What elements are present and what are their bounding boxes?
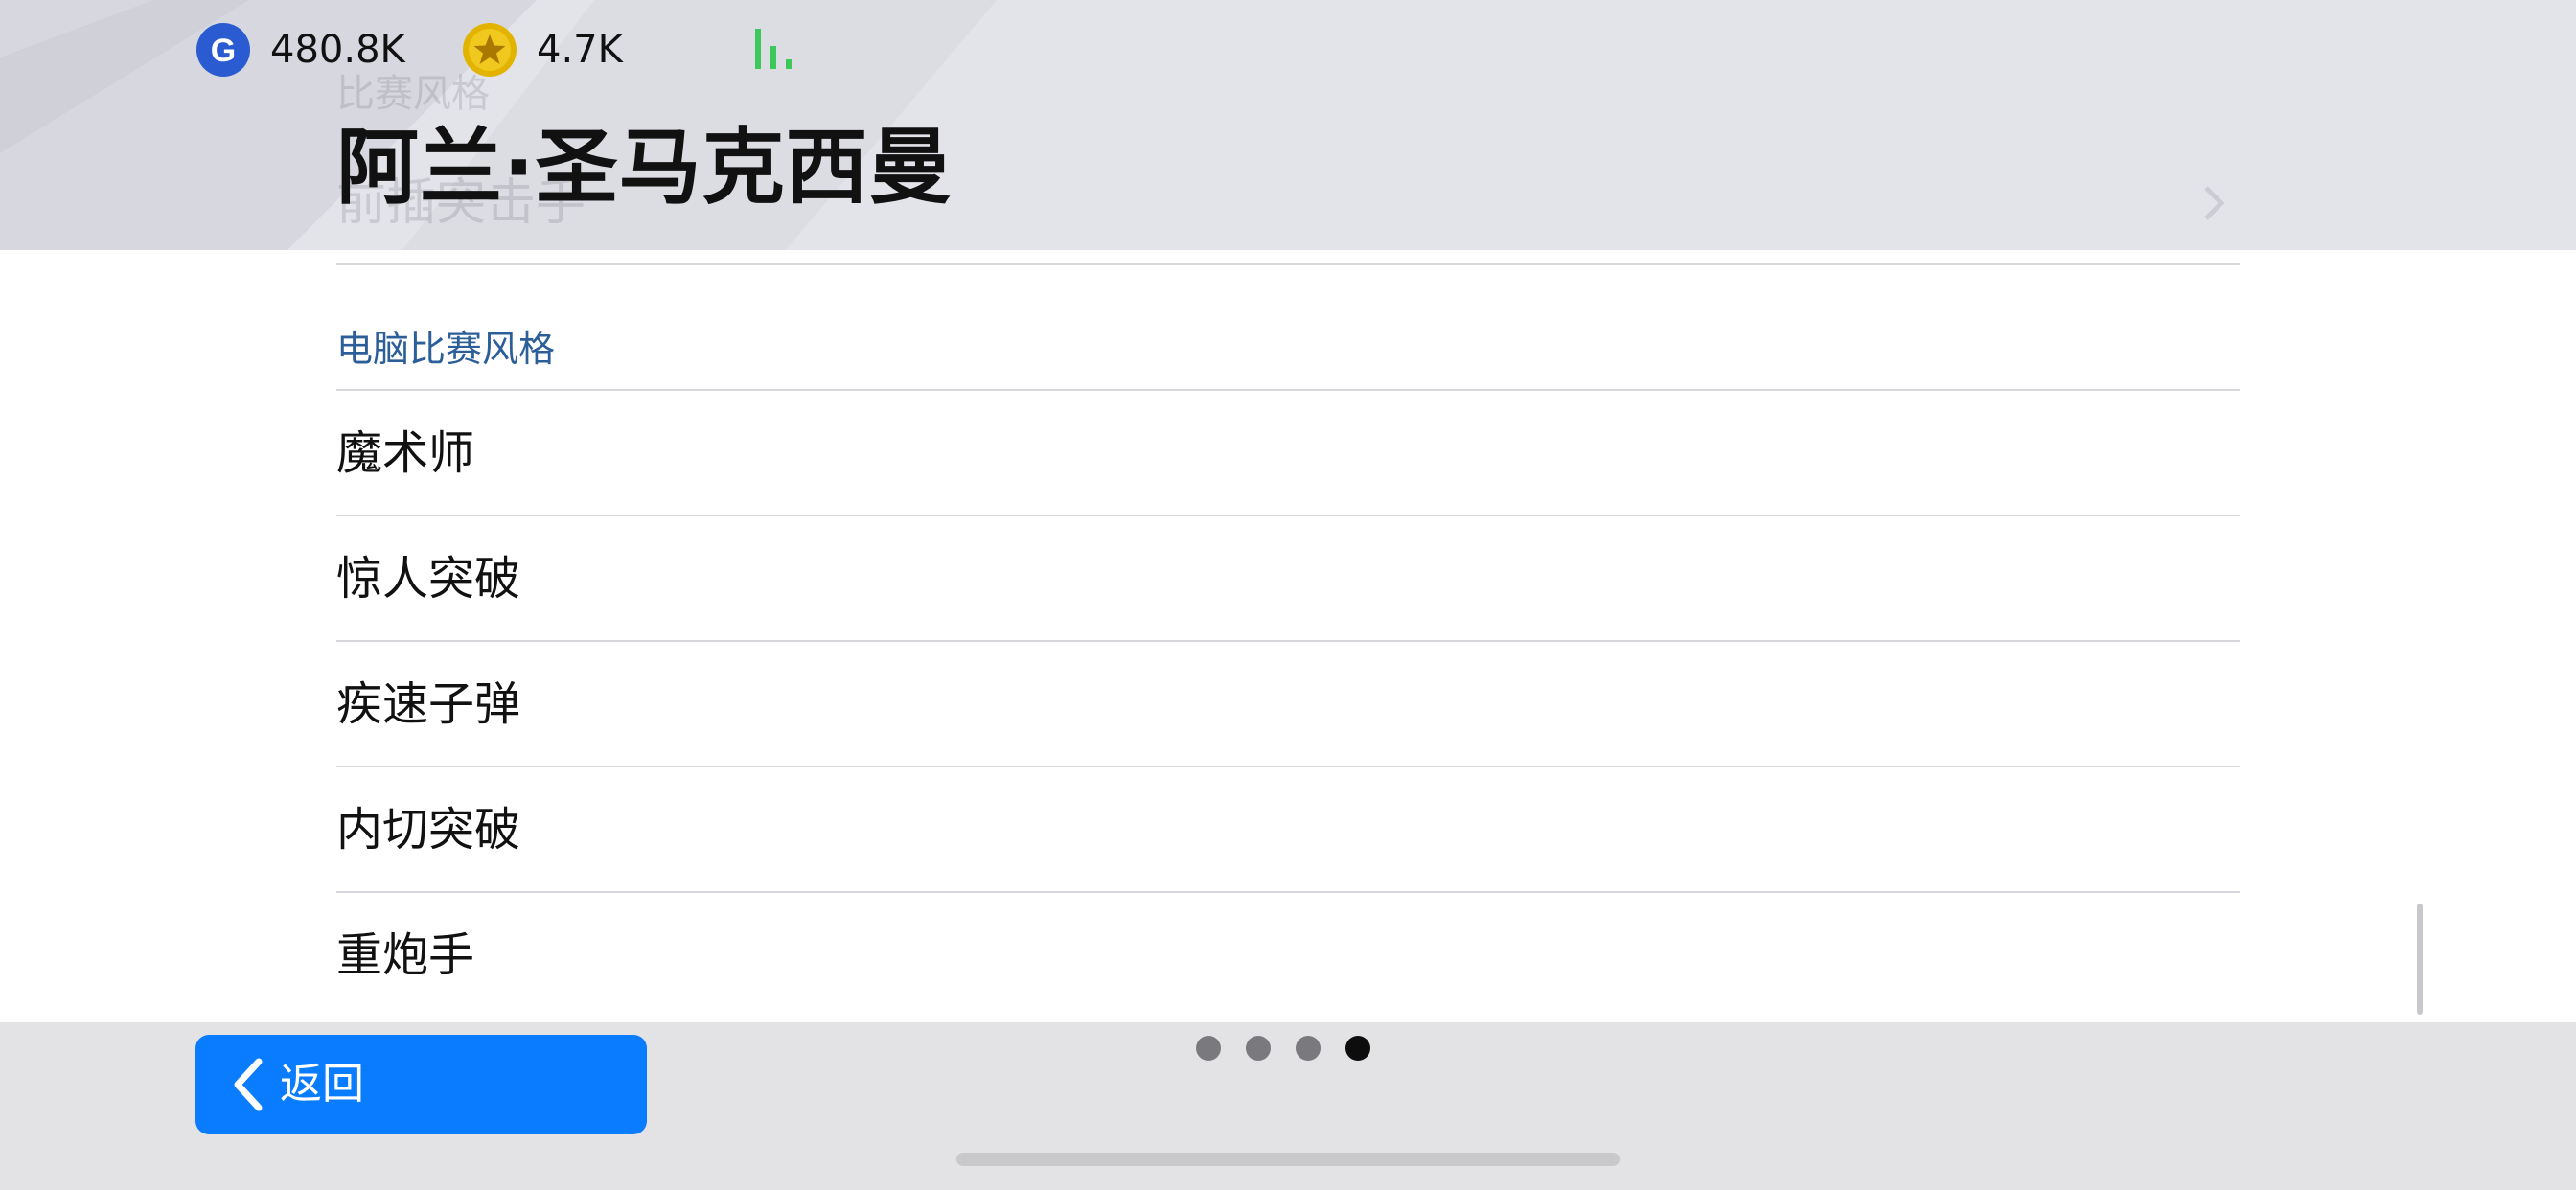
page-indicator	[1196, 1034, 1395, 1063]
list-item-style-4: 内切突破	[336, 767, 2240, 893]
gp-currency-icon: G	[196, 23, 250, 77]
home-indicator[interactable]	[956, 1153, 1620, 1166]
page-dot[interactable]	[1196, 1036, 1221, 1061]
player-name: 阿兰·圣马克西曼	[336, 120, 953, 216]
star-coin-icon	[463, 23, 517, 77]
coin-balance: 4.7K	[462, 21, 623, 79]
back-button[interactable]: 返回	[196, 1035, 647, 1134]
ai-playing-style-list: 电脑比赛风格 魔术师 惊人突破 疾速子弹 内切突破 重炮手	[336, 263, 2240, 1017]
list-item-style-3: 疾速子弹	[336, 642, 2240, 767]
chevron-right-icon	[2204, 186, 2225, 220]
page-dot-active[interactable]	[1346, 1036, 1370, 1061]
page-dot[interactable]	[1246, 1036, 1271, 1061]
header: 比赛风格 前插突击手 G 480.8K 4.7K 阿兰·圣马克西曼	[0, 0, 2576, 250]
list-item-style-1: 魔术师	[336, 391, 2240, 516]
scrollbar[interactable]	[2417, 904, 2423, 1015]
list-item-label: 内切突破	[336, 802, 521, 857]
list-item-style-5: 重炮手	[336, 893, 2240, 1017]
back-button-label: 返回	[280, 1060, 364, 1109]
page-dot[interactable]	[1296, 1036, 1321, 1061]
section-header: 电脑比赛风格	[336, 265, 2240, 389]
list-item-label: 疾速子弹	[336, 676, 521, 731]
list-item-label: 惊人突破	[336, 551, 521, 606]
list-item-label: 魔术师	[336, 425, 475, 480]
gp-value: 480.8K	[270, 28, 405, 72]
list-item-label: 重炮手	[336, 927, 475, 982]
list-item-style-2: 惊人突破	[336, 516, 2240, 642]
section-title: 电脑比赛风格	[336, 328, 556, 370]
ghost-section-label: 比赛风格	[336, 72, 490, 116]
signal-bars-icon	[755, 29, 792, 69]
coin-value: 4.7K	[537, 28, 623, 72]
gp-balance: G 480.8K	[196, 21, 405, 79]
svg-text:G: G	[211, 33, 236, 69]
chevron-left-icon	[234, 1058, 263, 1111]
bottom-bar: 返回	[0, 1022, 2576, 1190]
screen: 比赛风格 前插突击手 G 480.8K 4.7K 阿兰·圣马克西曼 电脑比赛风格…	[0, 0, 2576, 1190]
